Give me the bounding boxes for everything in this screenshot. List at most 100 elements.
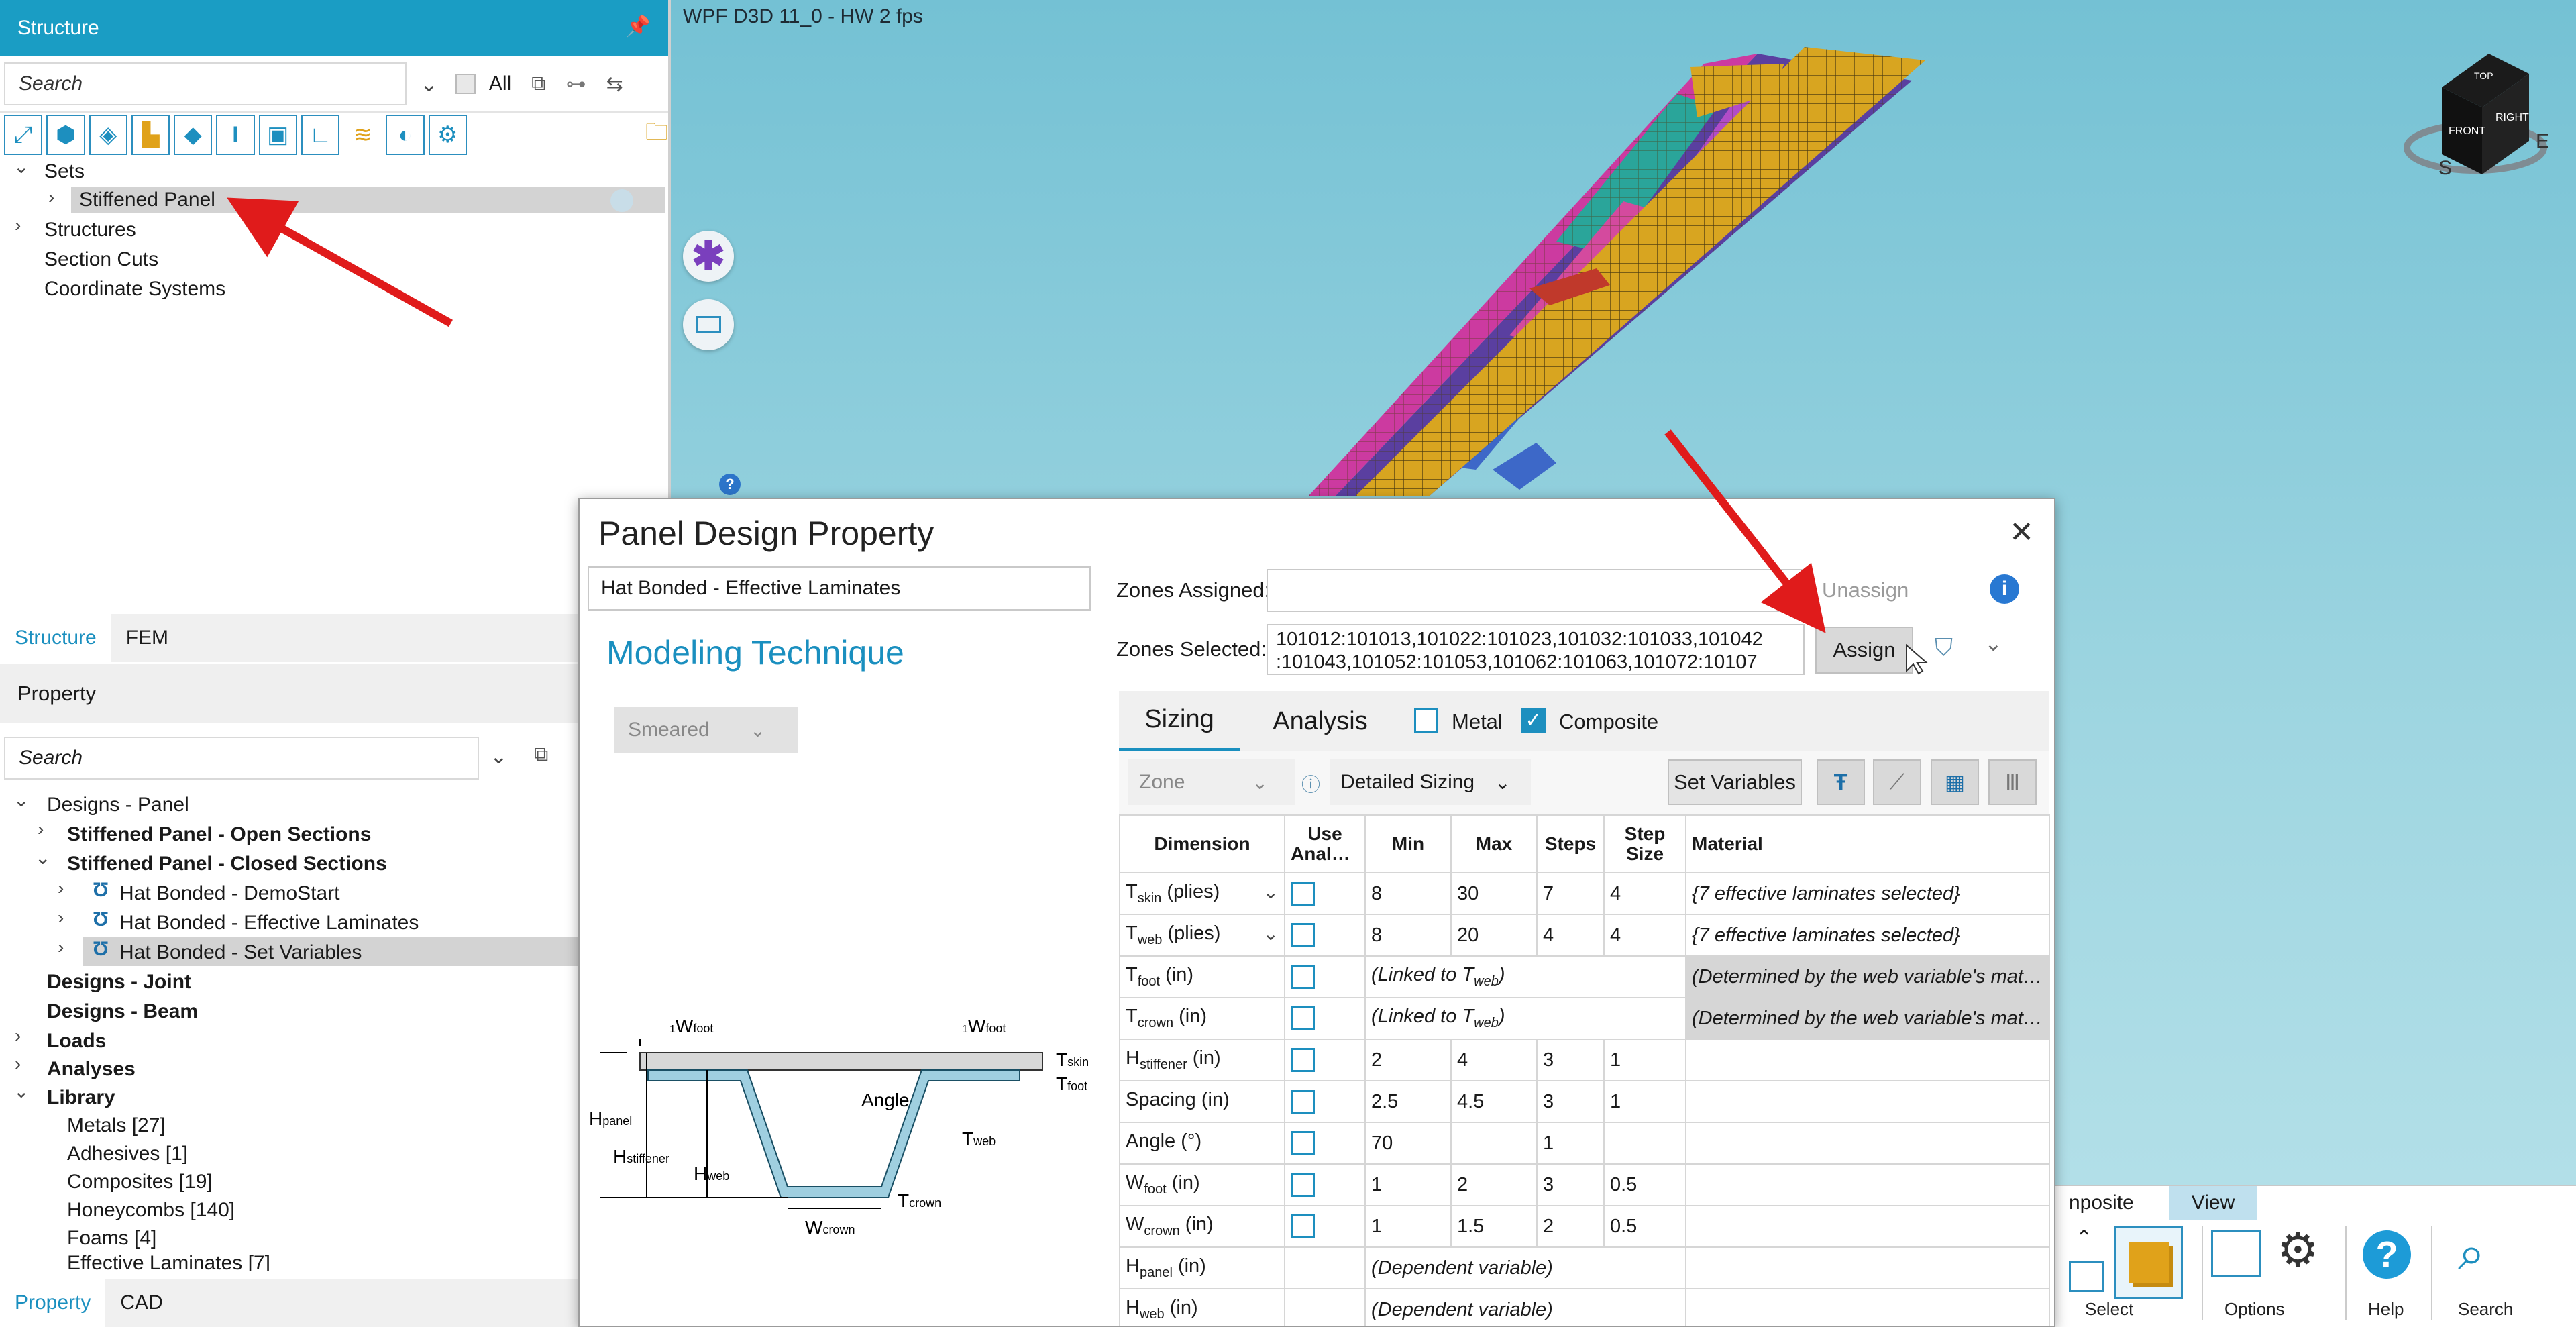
table-row[interactable]: Wfoot (in) 1 2 3 0.5 <box>1119 1163 2050 1206</box>
step-size-cell[interactable] <box>1603 1122 1686 1165</box>
material-cell[interactable] <box>1685 1246 2050 1289</box>
use-analysis-checkbox[interactable] <box>1291 1006 1315 1030</box>
cube-filter-icon[interactable] <box>455 74 476 94</box>
material-cell[interactable] <box>1685 1288 2050 1326</box>
steps-cell[interactable]: 2 <box>1536 1205 1605 1248</box>
table-row[interactable]: Hpanel (in) (Dependent variable) <box>1119 1246 2050 1289</box>
steps-cell[interactable]: 4 <box>1536 914 1605 957</box>
chevron-down-icon[interactable]: ⌄ <box>13 1080 29 1102</box>
table-row[interactable]: Wcrown (in) 1 1.5 2 0.5 <box>1119 1205 2050 1248</box>
chevron-right-icon[interactable]: › <box>15 1053 21 1075</box>
table-row[interactable]: Tfoot (in) (Linked to Tweb) (Determined by… <box>1119 955 2050 998</box>
tab-fem[interactable]: FEM <box>111 614 183 662</box>
tree-item-structures[interactable]: Structures <box>44 215 136 245</box>
min-cell[interactable]: 2 <box>1364 1039 1452 1081</box>
tab-cad[interactable]: CAD <box>105 1279 177 1327</box>
max-cell[interactable]: 20 <box>1450 914 1538 957</box>
search-icon[interactable]: ⌕ <box>2458 1226 2485 1280</box>
material-cell[interactable] <box>1685 1039 2050 1081</box>
chevron-down-icon[interactable]: ⌄ <box>1263 922 1279 945</box>
material-cell[interactable]: (Determined by the web variable's mater.… <box>1685 955 2050 998</box>
structure-search-input[interactable]: Search <box>4 62 407 105</box>
table-row[interactable]: Spacing (in) 2.5 4.5 3 1 <box>1119 1080 2050 1123</box>
step-size-cell[interactable]: 0.5 <box>1603 1205 1686 1248</box>
min-cell[interactable]: 8 <box>1364 872 1452 915</box>
use-analysis-checkbox[interactable] <box>1291 923 1315 947</box>
chevron-right-icon[interactable]: › <box>58 937 64 958</box>
chevron-down-icon[interactable]: ⌄ <box>13 156 29 178</box>
select-box-icon[interactable] <box>2069 1261 2104 1292</box>
table-row[interactable]: Tskin (plies) ⌄ 8 30 7 4 {7 effective laminate… <box>1119 872 2050 915</box>
table-row[interactable]: Tcrown (in) (Linked to Tweb) (Determined b… <box>1119 997 2050 1040</box>
max-cell[interactable]: 30 <box>1450 872 1538 915</box>
tree-item-sets[interactable]: Sets <box>44 157 85 187</box>
tree-loads[interactable]: Loads <box>47 1026 106 1056</box>
table-row[interactable]: Tweb (plies) ⌄ 8 20 4 4 {7 effective laminates… <box>1119 914 2050 957</box>
sizing-mode-select[interactable]: Detailed Sizing ⌄ <box>1330 759 1531 805</box>
visibility-dot-icon[interactable] <box>610 189 633 212</box>
use-analysis-checkbox[interactable] <box>1291 1048 1315 1072</box>
tree-item-section-cuts[interactable]: Section Cuts <box>44 245 158 274</box>
chevron-up-icon[interactable]: ⌃ <box>2076 1226 2092 1250</box>
gear-icon[interactable]: ⚙ <box>2277 1226 2319 1273</box>
min-cell[interactable]: 2.5 <box>1364 1080 1452 1123</box>
steps-cell[interactable]: 1 <box>1536 1122 1605 1165</box>
info-icon[interactable]: ⓘ <box>1301 770 1320 797</box>
zone-tool-icon[interactable]: ⛉ <box>1935 633 1953 662</box>
zone-select[interactable]: Zone ⌄ <box>1128 759 1295 805</box>
max-cell[interactable]: 1.5 <box>1450 1205 1538 1248</box>
tab-composite[interactable]: nposite <box>2055 1186 2147 1220</box>
tree-hat-effective-laminates[interactable]: Hat Bonded - Effective Laminates <box>119 908 419 938</box>
use-analysis-checkbox[interactable] <box>1291 1131 1315 1155</box>
unassign-button[interactable]: Unassign <box>1822 578 1909 602</box>
material-cell[interactable]: {7 effective laminates selected} <box>1685 914 2050 957</box>
zones-assigned-input[interactable] <box>1267 569 1803 612</box>
section-icon[interactable]: Ŧ <box>1817 759 1865 805</box>
close-icon[interactable]: ✕ <box>2009 515 2034 549</box>
info-icon[interactable]: i <box>1990 574 2019 604</box>
min-cell[interactable]: 70 <box>1364 1122 1452 1165</box>
axis-icon[interactable]: ∟ <box>301 115 340 155</box>
tree-library[interactable]: Library <box>47 1083 115 1112</box>
tree-closed-sections[interactable]: Stiffened Panel - Closed Sections <box>67 849 387 879</box>
chevron-down-icon[interactable]: ⌄ <box>1984 631 2002 656</box>
chevron-right-icon[interactable]: › <box>58 878 64 899</box>
tree-metals[interactable]: Metals [27] <box>67 1111 166 1140</box>
new-folder-icon[interactable]: 🗀 <box>645 116 668 154</box>
use-analysis-checkbox[interactable] <box>1291 1214 1315 1238</box>
material-cell[interactable] <box>1685 1080 2050 1123</box>
pin-icon[interactable]: 📌 <box>626 15 651 38</box>
material-cell[interactable] <box>1685 1163 2050 1206</box>
step-size-cell[interactable]: 0.5 <box>1603 1163 1686 1206</box>
hierarchy-icon[interactable]: ⊶ <box>566 72 586 96</box>
tab-property[interactable]: Property <box>0 1279 106 1327</box>
node-icon[interactable]: ⤢ <box>4 115 43 155</box>
use-analysis-checkbox[interactable] <box>1291 965 1315 989</box>
zones-selected-input[interactable]: 101012:101013,101022:101023,101032:10103… <box>1267 624 1805 675</box>
chart-icon[interactable]: ⟋ <box>1873 759 1921 805</box>
help-icon[interactable]: ? <box>719 474 741 495</box>
asterisk-tool-button[interactable]: ✱ <box>683 231 734 282</box>
max-cell[interactable] <box>1450 1122 1538 1165</box>
all-filter-button[interactable]: All <box>489 72 511 95</box>
chevron-right-icon[interactable]: › <box>48 187 54 208</box>
settings-icon[interactable]: ⚙ <box>428 115 467 155</box>
view-icon[interactable]: ◐ <box>386 115 425 155</box>
use-analysis-checkbox[interactable] <box>1291 1173 1315 1197</box>
steps-cell[interactable]: 7 <box>1536 872 1605 915</box>
chevron-down-icon[interactable]: ⌄ <box>35 847 50 869</box>
joint-icon[interactable]: ▙ <box>131 115 170 155</box>
chevron-down-icon[interactable]: ⌄ <box>13 789 29 811</box>
min-cell[interactable]: 8 <box>1364 914 1452 957</box>
tree-effective-laminates[interactable]: Effective Laminates [7] <box>67 1252 270 1271</box>
solid-icon[interactable]: ⬢ <box>46 115 85 155</box>
steps-cell[interactable]: 3 <box>1536 1080 1605 1123</box>
chevron-right-icon[interactable]: › <box>15 1025 21 1047</box>
tree-designs-beam[interactable]: Designs - Beam <box>47 997 198 1026</box>
navigation-cube[interactable]: TOP FRONT RIGHT S E <box>2402 40 2563 201</box>
chevron-down-icon[interactable]: ⌄ <box>420 71 438 97</box>
composite-checkbox[interactable]: ✓ <box>1521 708 1546 733</box>
help-icon[interactable]: ? <box>2363 1230 2411 1279</box>
zoom-box-button[interactable] <box>683 299 734 350</box>
property-search-input[interactable]: Search <box>4 737 479 780</box>
